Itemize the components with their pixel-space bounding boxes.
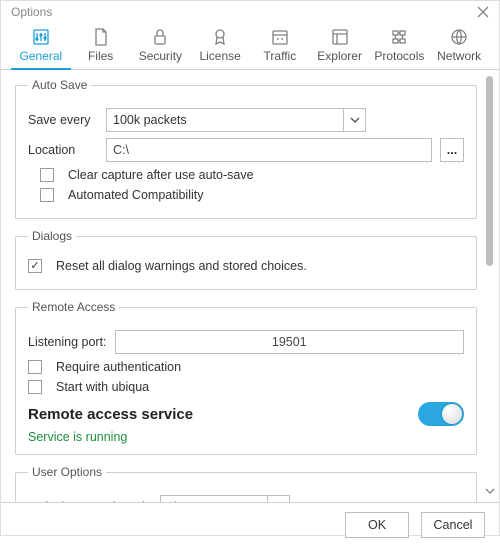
tab-bar: General Files Security License	[1, 23, 499, 70]
chevron-down-icon	[267, 496, 289, 502]
tab-security-label: Security	[139, 49, 182, 63]
save-every-value: 100k packets	[113, 113, 187, 127]
remote-status: Service is running	[28, 430, 464, 444]
reset-dialogs-checkbox[interactable]	[28, 259, 42, 273]
listening-port-label: Listening port:	[28, 335, 107, 349]
close-icon[interactable]	[477, 6, 489, 18]
autosave-group: Auto Save Save every 100k packets Locati…	[15, 78, 477, 219]
dialog-footer: OK Cancel	[1, 502, 499, 546]
clear-capture-label: Clear capture after use auto-save	[68, 168, 254, 182]
start-with-label: Start with ubiqua	[56, 380, 149, 394]
dialogs-group: Dialogs Reset all dialog warnings and st…	[15, 229, 477, 290]
remote-service-toggle[interactable]	[418, 402, 464, 426]
location-label: Location	[28, 143, 98, 157]
tab-traffic[interactable]: Traffic	[250, 23, 310, 69]
chevron-down-icon	[343, 109, 365, 131]
tab-general[interactable]: General	[11, 23, 71, 69]
badge-icon	[210, 27, 230, 47]
tab-protocols[interactable]: Protocols	[370, 23, 430, 69]
default-stack-value: ZigBee	[167, 500, 207, 502]
window-title: Options	[11, 5, 52, 19]
location-input[interactable]: C:\	[106, 138, 432, 162]
save-every-select[interactable]: 100k packets	[106, 108, 366, 132]
tab-general-label: General	[20, 49, 63, 63]
start-with-checkbox[interactable]	[28, 380, 42, 394]
tab-license[interactable]: License	[190, 23, 250, 69]
remote-service-label: Remote access service	[28, 406, 193, 423]
scrollbar-thumb[interactable]	[486, 76, 493, 266]
save-every-label: Save every	[28, 113, 98, 127]
reset-dialogs-label: Reset all dialog warnings and stored cho…	[56, 259, 307, 273]
tab-files[interactable]: Files	[71, 23, 131, 69]
sliders-icon	[31, 27, 51, 47]
tab-traffic-label: Traffic	[264, 49, 297, 63]
browse-button[interactable]: ...	[440, 138, 464, 162]
explorer-icon	[330, 27, 350, 47]
user-options-group: User Options Default protocol stack: Zig…	[15, 465, 477, 502]
file-icon	[91, 27, 111, 47]
remote-access-group: Remote Access Listening port: 19501 Requ…	[15, 300, 477, 455]
protocols-icon	[389, 27, 409, 47]
tab-protocols-label: Protocols	[374, 49, 424, 63]
dialogs-legend: Dialogs	[28, 229, 76, 243]
default-stack-label: Default protocol stack:	[28, 500, 152, 502]
default-stack-select[interactable]: ZigBee	[160, 495, 290, 502]
remote-access-legend: Remote Access	[28, 300, 119, 314]
content-area: Auto Save Save every 100k packets Locati…	[1, 70, 499, 502]
clear-capture-checkbox[interactable]	[40, 168, 54, 182]
automated-compat-checkbox[interactable]	[40, 188, 54, 202]
location-value: C:\	[113, 143, 129, 157]
listening-port-value: 19501	[122, 335, 457, 349]
autosave-legend: Auto Save	[28, 78, 91, 92]
ok-button[interactable]: OK	[345, 512, 409, 538]
lock-icon	[150, 27, 170, 47]
tab-explorer-label: Explorer	[317, 49, 362, 63]
cancel-button[interactable]: Cancel	[421, 512, 485, 538]
globe-icon	[449, 27, 469, 47]
tab-explorer[interactable]: Explorer	[310, 23, 370, 69]
tab-network[interactable]: Network	[429, 23, 489, 69]
listening-port-input[interactable]: 19501	[115, 330, 464, 354]
calendar-icon	[270, 27, 290, 47]
tab-license-label: License	[199, 49, 240, 63]
tab-security[interactable]: Security	[131, 23, 191, 69]
scroll-down-icon[interactable]	[485, 486, 495, 496]
require-auth-label: Require authentication	[56, 360, 181, 374]
automated-compat-label: Automated Compatibility	[68, 188, 203, 202]
require-auth-checkbox[interactable]	[28, 360, 42, 374]
tab-files-label: Files	[88, 49, 113, 63]
tab-network-label: Network	[437, 49, 481, 63]
user-options-legend: User Options	[28, 465, 106, 479]
